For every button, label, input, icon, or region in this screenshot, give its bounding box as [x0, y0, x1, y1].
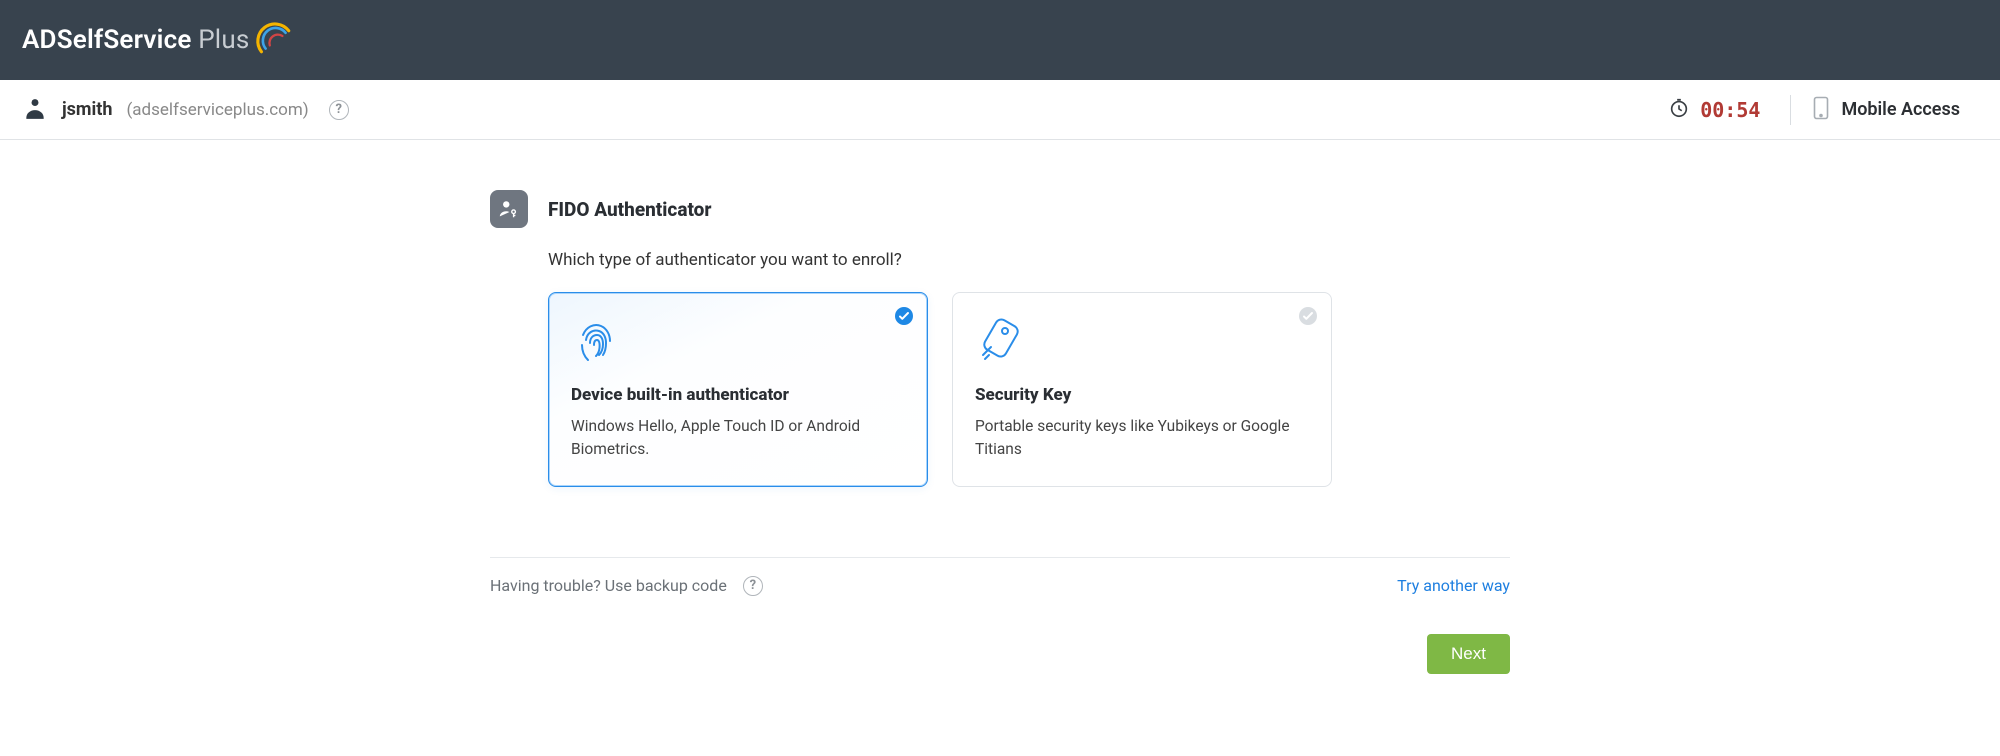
product-name: ADSelfService Plus — [22, 25, 249, 55]
option-device-builtin[interactable]: Device built-in authenticator Windows He… — [548, 292, 928, 487]
help-icon[interactable]: ? — [329, 100, 349, 120]
trouble-backup-code[interactable]: Having trouble? Use backup code ? — [490, 576, 763, 596]
option-title: Device built-in authenticator — [571, 385, 905, 405]
enroll-prompt: Which type of authenticator you want to … — [548, 250, 1510, 270]
try-another-way-link[interactable]: Try another way — [1397, 576, 1510, 595]
trouble-text: Having trouble? Use backup code — [490, 576, 727, 595]
main-content: FIDO Authenticator Which type of authent… — [470, 190, 1530, 674]
check-selected-icon — [895, 307, 913, 325]
mobile-icon — [1813, 96, 1829, 124]
brand-main: ADSelfService — [22, 25, 192, 55]
authenticator-options: Device built-in authenticator Windows He… — [548, 292, 1510, 487]
option-desc: Portable security keys like Yubikeys or … — [975, 415, 1309, 462]
brand-suffix: Plus — [198, 25, 249, 55]
product-logo: ADSelfService Plus — [22, 22, 295, 58]
top-header: ADSelfService Plus — [0, 0, 2000, 80]
next-button[interactable]: Next — [1427, 634, 1510, 674]
divider — [1790, 95, 1791, 125]
actions-row: Next — [490, 634, 1510, 674]
timer-value: 00:54 — [1700, 98, 1760, 122]
user-domain: (adselfserviceplus.com) — [126, 100, 308, 120]
help-icon[interactable]: ? — [743, 576, 763, 596]
section-title: FIDO Authenticator — [548, 198, 711, 221]
check-unselected-icon — [1299, 307, 1317, 325]
security-key-icon — [975, 315, 1309, 369]
fingerprint-icon — [571, 315, 905, 369]
fido-section-icon — [490, 190, 528, 228]
section-header: FIDO Authenticator — [490, 190, 1510, 228]
option-desc: Windows Hello, Apple Touch ID or Android… — [571, 415, 905, 462]
session-timer: 00:54 — [1668, 97, 1760, 123]
option-title: Security Key — [975, 385, 1309, 405]
sub-header: jsmith (adselfserviceplus.com) ? 00:54 M… — [0, 80, 2000, 140]
footer-row: Having trouble? Use backup code ? Try an… — [490, 557, 1510, 616]
user-icon — [22, 95, 48, 125]
clock-icon — [1668, 97, 1690, 123]
mobile-access-label: Mobile Access — [1841, 99, 1960, 120]
logo-arc-icon — [253, 16, 295, 58]
option-security-key[interactable]: Security Key Portable security keys like… — [952, 292, 1332, 487]
user-block: jsmith (adselfserviceplus.com) ? — [22, 95, 349, 125]
mobile-access-link[interactable]: Mobile Access — [1813, 96, 1978, 124]
username: jsmith — [62, 99, 112, 120]
